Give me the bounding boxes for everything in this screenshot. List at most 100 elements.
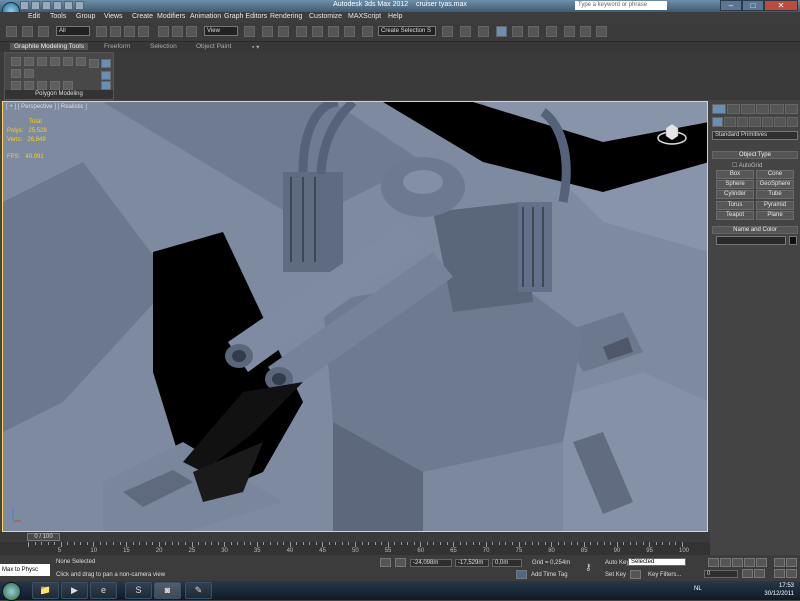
geosphere-button[interactable]: GeoSphere: [756, 180, 794, 189]
paint-icon[interactable]: ✎: [185, 582, 212, 599]
pan-view-icon[interactable]: [774, 569, 785, 578]
go-to-end-icon[interactable]: [756, 558, 767, 567]
viewcube-icon[interactable]: [657, 118, 687, 148]
systems-category-icon[interactable]: [786, 117, 798, 127]
edit-named-selection-icon[interactable]: [362, 26, 373, 37]
selection-filter-dropdown[interactable]: All: [56, 26, 90, 36]
angle-snap-icon[interactable]: [312, 26, 323, 37]
sphere-button[interactable]: Sphere: [716, 180, 754, 189]
cylinder-button[interactable]: Cylinder: [716, 190, 754, 199]
motion-tab-icon[interactable]: [755, 104, 769, 114]
menu-edit[interactable]: Edit: [28, 13, 40, 20]
teapot-button[interactable]: Teapot: [716, 211, 754, 220]
internet-explorer-icon[interactable]: e: [90, 582, 117, 599]
object-color-swatch[interactable]: [789, 236, 797, 245]
plane-button[interactable]: Plane: [756, 211, 794, 220]
object-type-rollout[interactable]: Object Type: [712, 151, 798, 159]
schematic-view-icon[interactable]: [528, 26, 539, 37]
system-clock[interactable]: 17:53 30/12/2011: [764, 582, 794, 598]
hierarchy-tab-icon[interactable]: [741, 104, 755, 114]
select-by-name-icon[interactable]: [110, 26, 121, 37]
cone-button[interactable]: Cone: [756, 170, 794, 179]
ribbon-tool-icon[interactable]: [50, 57, 60, 66]
ribbon-options-icon[interactable]: ▪ ▾: [252, 43, 259, 51]
time-slider[interactable]: 0 / 100: [27, 533, 60, 541]
ribbon-tool-icon[interactable]: [101, 81, 111, 90]
maxscript-listener[interactable]: Max to Physc: [0, 564, 50, 576]
render-production-icon[interactable]: [596, 26, 607, 37]
y-coordinate-field[interactable]: -17,529m: [455, 559, 489, 567]
select-object-icon[interactable]: [96, 26, 107, 37]
ribbon-tool-icon[interactable]: [101, 59, 111, 68]
zoom-icon[interactable]: [774, 558, 785, 567]
window-crossing-icon[interactable]: [138, 26, 149, 37]
select-and-move-icon[interactable]: [158, 26, 169, 37]
start-button[interactable]: [2, 582, 21, 601]
helpers-category-icon[interactable]: [761, 117, 774, 127]
menu-maxscript[interactable]: MAXScript: [348, 13, 381, 20]
set-key-icon[interactable]: [630, 570, 641, 579]
ribbon-tool-icon[interactable]: [11, 57, 21, 66]
name-and-color-rollout[interactable]: Name and Color: [712, 226, 798, 234]
selected-dropdown[interactable]: Selected: [628, 558, 686, 566]
auto-key-button[interactable]: Auto Key: [605, 560, 629, 566]
spinner-snap-icon[interactable]: [344, 26, 355, 37]
render-setup-icon[interactable]: [564, 26, 575, 37]
ribbon-tool-icon[interactable]: [50, 81, 60, 90]
absolute-mode-icon[interactable]: [395, 558, 406, 567]
menu-create[interactable]: Create: [132, 13, 153, 20]
cameras-category-icon[interactable]: [749, 117, 761, 127]
ribbon-tool-icon[interactable]: [11, 81, 21, 90]
key-mode-toggle-icon[interactable]: [742, 569, 753, 578]
bind-space-warp-icon[interactable]: [38, 26, 49, 37]
ribbon-tool-icon[interactable]: [24, 69, 34, 78]
lock-selection-icon[interactable]: [380, 558, 391, 567]
previous-frame-icon[interactable]: [720, 558, 731, 567]
orbit-icon[interactable]: [786, 569, 797, 578]
menu-views[interactable]: Views: [104, 13, 123, 20]
ribbon-tool-icon[interactable]: [24, 57, 34, 66]
maximize-button[interactable]: □: [742, 0, 764, 11]
named-selection-dropdown[interactable]: Create Selection S: [378, 26, 436, 36]
rectangular-selection-icon[interactable]: [124, 26, 135, 37]
select-and-rotate-icon[interactable]: [172, 26, 183, 37]
z-coordinate-field[interactable]: 0,0m: [492, 559, 522, 567]
skype-icon[interactable]: S: [125, 582, 152, 599]
perspective-viewport[interactable]: [ + ] [ Perspective ] [ Realistic ] Tota…: [2, 101, 708, 532]
key-icon[interactable]: ⚷: [585, 563, 596, 572]
mirror-icon[interactable]: [442, 26, 453, 37]
current-frame-field[interactable]: 0: [704, 570, 738, 578]
lights-category-icon[interactable]: [736, 117, 749, 127]
layer-manager-icon[interactable]: [478, 26, 489, 37]
language-indicator[interactable]: NL: [694, 586, 702, 592]
tube-button[interactable]: Tube: [756, 190, 794, 199]
ribbon-tool-icon[interactable]: [37, 57, 47, 66]
autogrid-checkbox[interactable]: ☐ AutoGrid: [732, 162, 762, 169]
shapes-category-icon[interactable]: [724, 117, 736, 127]
menu-modifiers[interactable]: Modifiers: [157, 13, 185, 20]
geometry-category-icon[interactable]: [712, 117, 724, 127]
box-button[interactable]: Box: [716, 170, 754, 179]
explorer-icon[interactable]: 📁: [32, 582, 59, 599]
add-time-tag-button[interactable]: Add Time Tag: [531, 572, 568, 578]
ribbon-tool-icon[interactable]: [89, 59, 99, 68]
unlink-icon[interactable]: [22, 26, 33, 37]
menu-help[interactable]: Help: [388, 13, 402, 20]
media-player-icon[interactable]: ▶: [61, 582, 88, 599]
menu-graph-editors[interactable]: Graph Editors: [224, 13, 267, 20]
primitive-type-dropdown[interactable]: Standard Primitives: [712, 131, 798, 140]
viewport-label[interactable]: [ + ] [ Perspective ] [ Realistic ]: [6, 104, 87, 110]
play-icon[interactable]: [732, 558, 743, 567]
close-button[interactable]: ✕: [764, 0, 798, 11]
tab-graphite-modeling-tools[interactable]: Graphite Modeling Tools: [10, 43, 88, 50]
display-tab-icon[interactable]: [770, 104, 784, 114]
ribbon-tool-icon[interactable]: [24, 81, 34, 90]
set-key-button[interactable]: Set Key: [605, 572, 626, 578]
utilities-tab-icon[interactable]: [784, 104, 798, 114]
minimize-button[interactable]: –: [720, 0, 742, 11]
tab-selection[interactable]: Selection: [150, 43, 177, 50]
align-icon[interactable]: [460, 26, 471, 37]
key-filters-button[interactable]: Key Filters...: [648, 572, 681, 578]
ribbon-tool-icon[interactable]: [37, 81, 47, 90]
time-slider-track[interactable]: 0 / 100: [0, 532, 710, 542]
